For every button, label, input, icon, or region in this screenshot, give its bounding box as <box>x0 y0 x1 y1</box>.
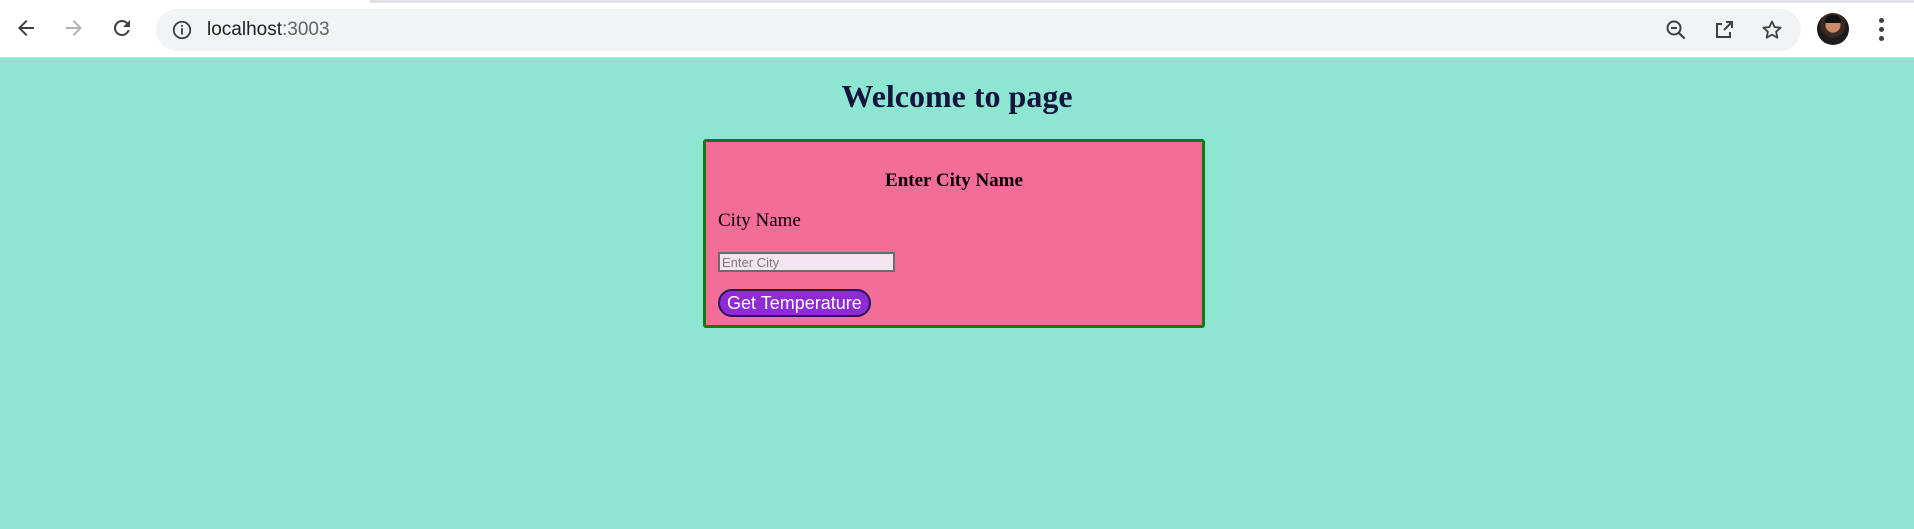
menu-dot <box>1878 26 1884 32</box>
url-host: localhost <box>207 19 282 40</box>
share-icon <box>1716 21 1733 38</box>
address-bar[interactable]: localhost:3003 <box>156 9 1801 51</box>
browser-toolbar: localhost:3003 <box>0 0 1914 58</box>
zoom-out-icon <box>1666 20 1686 40</box>
reload-icon <box>113 19 130 36</box>
zoom-button[interactable] <box>1661 15 1691 45</box>
info-icon[interactable] <box>170 18 194 42</box>
tab-strip-edge <box>370 0 1914 3</box>
city-input[interactable] <box>718 252 895 272</box>
url-port: :3003 <box>282 19 330 40</box>
page-title: Welcome to page <box>841 78 1073 114</box>
kebab-menu-icon[interactable] <box>1866 12 1896 46</box>
menu-dot <box>1878 35 1884 41</box>
city-name-label: City Name <box>718 210 801 231</box>
arrow-right-icon <box>66 20 82 36</box>
page-body: Welcome to page Enter City Name City Nam… <box>0 58 1914 529</box>
share-button[interactable] <box>1709 15 1739 45</box>
star-icon <box>1762 20 1782 39</box>
profile-avatar[interactable] <box>1817 13 1849 45</box>
url-text[interactable]: localhost:3003 <box>207 9 330 51</box>
get-temperature-button[interactable]: Get Temperature <box>718 289 871 317</box>
city-form-card: Enter City Name City Name Get Temperatur… <box>703 139 1205 328</box>
arrow-left-icon <box>18 20 34 36</box>
menu-dot <box>1878 17 1884 23</box>
bookmark-button[interactable] <box>1757 15 1787 45</box>
reload-button[interactable] <box>104 10 140 46</box>
card-heading: Enter City Name <box>885 170 1023 191</box>
forward-button[interactable] <box>56 10 92 46</box>
back-button[interactable] <box>8 10 44 46</box>
